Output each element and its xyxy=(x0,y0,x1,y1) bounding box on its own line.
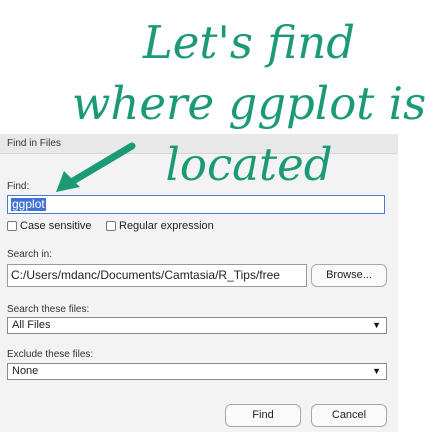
exclude-files-select[interactable]: None ▼ xyxy=(7,363,387,380)
search-files-label: Search these files: xyxy=(7,304,90,315)
regex-box[interactable] xyxy=(106,221,116,231)
search-files-value: All Files xyxy=(12,319,51,331)
find-input[interactable]: ggplot xyxy=(7,195,385,214)
regex-checkbox[interactable]: Regular expression xyxy=(106,220,214,232)
annotation-line-3: located xyxy=(165,138,333,191)
find-input-selected-text: ggplot xyxy=(11,197,46,211)
case-sensitive-label: Case sensitive xyxy=(20,220,92,232)
search-in-label: Search in: xyxy=(7,249,53,260)
search-files-select[interactable]: All Files ▼ xyxy=(7,317,387,334)
dropdown-triangle-icon: ▼ xyxy=(372,320,381,330)
find-button[interactable]: Find xyxy=(225,404,301,427)
search-in-input[interactable]: C:/Users/mdanc/Documents/Camtasia/R_Tips… xyxy=(7,264,307,287)
case-sensitive-checkbox[interactable]: Case sensitive xyxy=(7,220,92,232)
annotation-line-1: Let's find xyxy=(142,16,356,69)
annotation-text: Let's find where ggplot is located xyxy=(60,12,438,195)
find-label: Find: xyxy=(7,181,30,192)
exclude-files-label: Exclude these files: xyxy=(7,349,94,360)
browse-button[interactable]: Browse... xyxy=(311,264,387,287)
annotation-line-2: where ggplot is xyxy=(71,77,427,130)
cancel-button[interactable]: Cancel xyxy=(311,404,387,427)
dropdown-triangle-icon: ▼ xyxy=(372,366,381,376)
regex-label: Regular expression xyxy=(119,220,214,232)
exclude-files-value: None xyxy=(12,365,39,377)
case-sensitive-box[interactable] xyxy=(7,221,17,231)
